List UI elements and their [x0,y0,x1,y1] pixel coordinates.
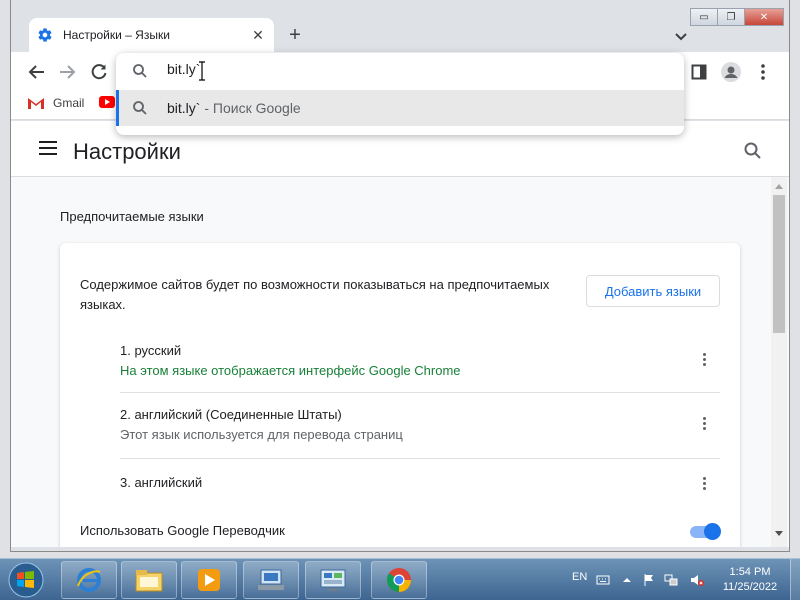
language-name: 2. английский (Соединенные Штаты) [120,407,342,422]
taskbar-internet-explorer[interactable] [61,561,117,599]
profile-button[interactable] [719,60,743,84]
keyboard-icon[interactable] [596,573,610,587]
control-panel-icon [320,569,346,591]
language-item: 1. русский На этом языке отображается ин… [120,333,720,393]
scroll-thumb[interactable] [773,195,785,333]
card-description: Содержимое сайтов будет по возможности п… [80,277,550,312]
close-window-button[interactable]: ✕ [744,8,784,26]
media-player-icon [198,569,220,591]
internet-explorer-icon [77,568,101,592]
omnibox-input-row[interactable]: bit.ly` [116,53,684,89]
search-icon[interactable] [743,141,763,161]
translate-toggle[interactable] [690,523,722,540]
chrome-window: Настройки – Языки ✕ + ▭ ❐ ✕ Gmail bit.ly… [0,0,800,558]
language-item: 2. английский (Соединенные Штаты) Этот я… [120,393,720,459]
language-subtitle: На этом языке отображается интерфейс Goo… [120,363,461,378]
scroll-down-icon[interactable] [771,529,787,539]
scroll-up-icon[interactable] [771,181,787,191]
taskbar-network[interactable] [243,561,299,599]
search-icon [133,101,147,115]
windows-start-icon [8,562,44,598]
profile-avatar-icon [721,62,741,82]
start-button[interactable] [3,560,49,600]
gmail-icon [28,98,44,109]
forward-arrow-icon [60,65,76,79]
youtube-icon [99,96,115,108]
bookmark-gmail-label: Gmail [53,96,85,110]
language-subtitle: Этот язык используется для перевода стра… [120,427,403,442]
kebab-menu-icon [761,64,765,80]
text-cursor-icon [199,61,205,81]
languages-card: Содержимое сайтов будет по возможности п… [60,243,740,547]
system-clock[interactable]: 1:54 PM 11/25/2022 [712,565,788,595]
omnibox-suggestion[interactable]: bit.ly` - Поиск Google [116,90,684,126]
search-icon [133,64,147,78]
taskbar-file-explorer[interactable] [121,561,177,599]
taskbar-media-player[interactable] [181,561,237,599]
language-name: 3. английский [120,475,203,490]
translate-label: Использовать Google Переводчик [80,523,285,538]
language-options-icon[interactable] [696,473,712,493]
restore-button[interactable]: ❐ [717,8,745,26]
taskbar-chrome[interactable] [371,561,427,599]
hamburger-menu-icon[interactable] [39,141,57,155]
suggestion-query: bit.ly` [167,100,201,116]
page-title: Настройки [73,139,181,164]
side-panel-icon [691,64,707,80]
address-input[interactable]: bit.ly` [167,61,200,77]
new-tab-button[interactable]: + [284,24,306,46]
scrollbar[interactable] [771,177,787,547]
network-icon [258,569,284,590]
settings-page: Настройки Предпочитаемые языки Содержимо… [11,121,789,547]
input-language[interactable]: EN [572,571,587,583]
bookmark-youtube[interactable] [99,96,115,108]
tab-close-icon[interactable]: ✕ [250,27,266,44]
action-center-flag-icon[interactable] [642,573,656,587]
chrome-icon [386,568,411,592]
toggle-knob [704,523,721,540]
omnibox-dropdown: bit.ly` bit.ly` - Поиск Google [116,53,684,135]
bookmark-gmail[interactable]: Gmail [27,96,84,110]
reload-icon [91,64,107,80]
network-status-icon[interactable] [664,573,678,587]
suggestion-suffix: - Поиск Google [200,100,301,116]
gear-icon [38,28,52,42]
taskbar-control-panel[interactable] [305,561,361,599]
section-title: Предпочитаемые языки [60,209,204,224]
language-item: 3. английский [120,459,720,507]
language-options-icon[interactable] [696,413,712,433]
show-hidden-icons-icon[interactable] [620,573,634,587]
tab-strip: Настройки – Языки ✕ + [11,0,789,52]
language-name: 1. русский [120,343,182,358]
back-arrow-icon [28,65,44,79]
volume-muted-icon[interactable] [690,573,704,587]
clock-time: 1:54 PM [729,566,771,578]
show-desktop-button[interactable] [790,559,800,600]
reload-button[interactable] [87,60,111,84]
add-languages-button[interactable]: Добавить языки [586,275,720,307]
window-controls: ▭ ❐ ✕ [690,8,784,26]
tab-settings-languages[interactable]: Настройки – Языки ✕ [29,18,274,52]
back-button[interactable] [25,60,49,84]
tab-title: Настройки – Языки [63,28,170,42]
suggestion-text: bit.ly` - Поиск Google [167,100,301,116]
file-explorer-icon [135,570,163,592]
clock-date: 11/25/2022 [722,581,778,593]
minimize-button[interactable]: ▭ [690,8,718,26]
forward-button[interactable] [55,60,79,84]
language-options-icon[interactable] [696,349,712,369]
chrome-menu-button[interactable] [751,60,775,84]
taskbar: EN 1:54 PM 11/25/2022 [0,558,800,600]
chevron-down-icon[interactable] [671,26,691,46]
side-panel-button[interactable] [687,60,711,84]
